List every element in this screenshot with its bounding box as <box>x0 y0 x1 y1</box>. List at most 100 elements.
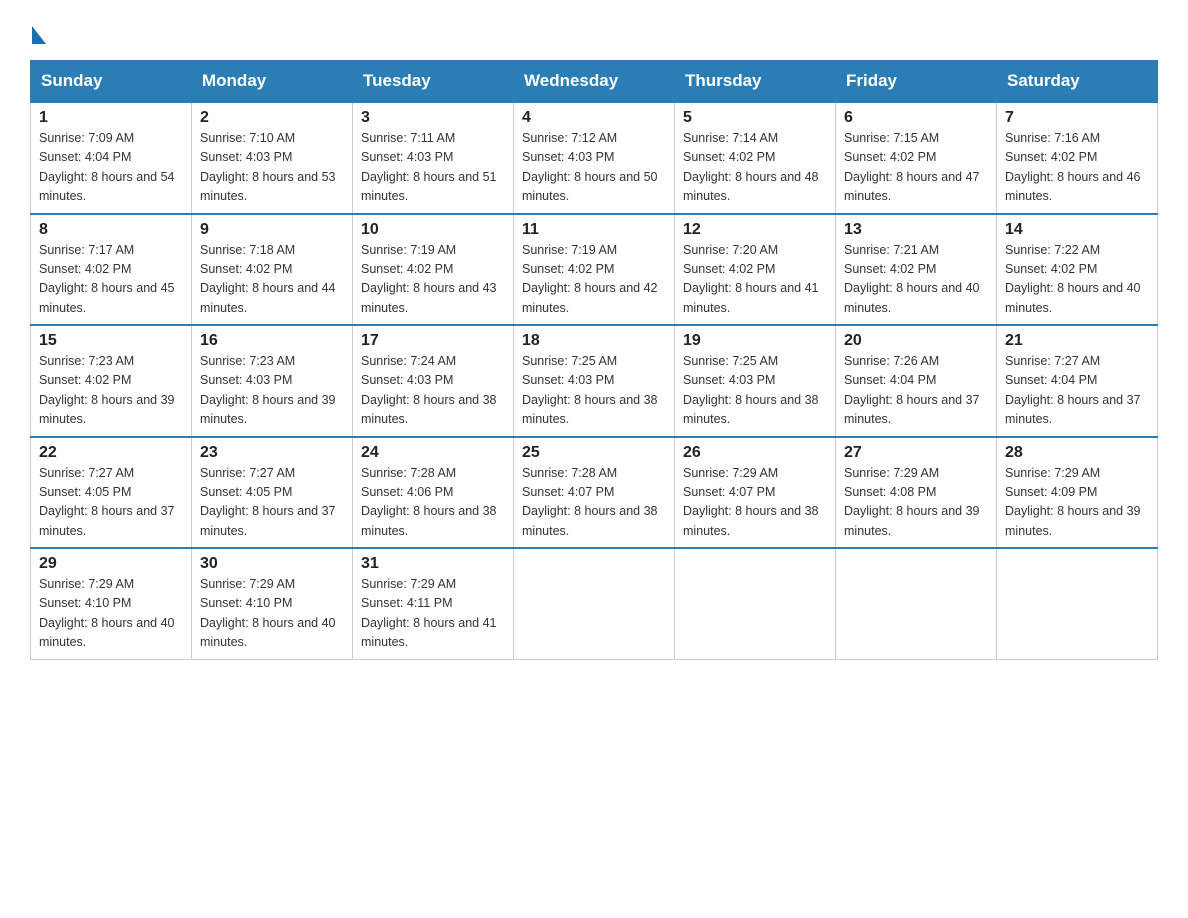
day-info: Sunrise: 7:29 AMSunset: 4:10 PMDaylight:… <box>200 577 336 649</box>
day-info: Sunrise: 7:23 AMSunset: 4:02 PMDaylight:… <box>39 354 175 426</box>
day-info: Sunrise: 7:24 AMSunset: 4:03 PMDaylight:… <box>361 354 497 426</box>
day-number: 27 <box>844 444 988 462</box>
calendar-day-cell: 9 Sunrise: 7:18 AMSunset: 4:02 PMDayligh… <box>192 214 353 326</box>
day-info: Sunrise: 7:12 AMSunset: 4:03 PMDaylight:… <box>522 131 658 203</box>
day-number: 9 <box>200 221 344 239</box>
day-of-week-header: Saturday <box>997 61 1158 103</box>
day-number: 24 <box>361 444 505 462</box>
calendar-day-cell: 29 Sunrise: 7:29 AMSunset: 4:10 PMDaylig… <box>31 548 192 659</box>
day-number: 28 <box>1005 444 1149 462</box>
calendar-day-cell: 27 Sunrise: 7:29 AMSunset: 4:08 PMDaylig… <box>836 437 997 549</box>
day-info: Sunrise: 7:25 AMSunset: 4:03 PMDaylight:… <box>683 354 819 426</box>
day-number: 17 <box>361 332 505 350</box>
day-of-week-header: Tuesday <box>353 61 514 103</box>
calendar-day-cell: 16 Sunrise: 7:23 AMSunset: 4:03 PMDaylig… <box>192 325 353 437</box>
calendar-day-cell: 2 Sunrise: 7:10 AMSunset: 4:03 PMDayligh… <box>192 102 353 214</box>
day-number: 23 <box>200 444 344 462</box>
day-info: Sunrise: 7:21 AMSunset: 4:02 PMDaylight:… <box>844 243 980 315</box>
calendar-day-cell: 13 Sunrise: 7:21 AMSunset: 4:02 PMDaylig… <box>836 214 997 326</box>
day-number: 21 <box>1005 332 1149 350</box>
day-info: Sunrise: 7:09 AMSunset: 4:04 PMDaylight:… <box>39 131 175 203</box>
day-info: Sunrise: 7:29 AMSunset: 4:10 PMDaylight:… <box>39 577 175 649</box>
calendar-day-cell: 7 Sunrise: 7:16 AMSunset: 4:02 PMDayligh… <box>997 102 1158 214</box>
day-info: Sunrise: 7:29 AMSunset: 4:07 PMDaylight:… <box>683 466 819 538</box>
day-number: 11 <box>522 221 666 239</box>
day-number: 20 <box>844 332 988 350</box>
logo-triangle-icon <box>32 26 46 44</box>
day-of-week-header: Friday <box>836 61 997 103</box>
calendar-day-cell: 22 Sunrise: 7:27 AMSunset: 4:05 PMDaylig… <box>31 437 192 549</box>
day-number: 12 <box>683 221 827 239</box>
calendar-week-row: 22 Sunrise: 7:27 AMSunset: 4:05 PMDaylig… <box>31 437 1158 549</box>
calendar-day-cell: 5 Sunrise: 7:14 AMSunset: 4:02 PMDayligh… <box>675 102 836 214</box>
day-number: 10 <box>361 221 505 239</box>
day-info: Sunrise: 7:27 AMSunset: 4:04 PMDaylight:… <box>1005 354 1141 426</box>
calendar-day-cell: 14 Sunrise: 7:22 AMSunset: 4:02 PMDaylig… <box>997 214 1158 326</box>
day-info: Sunrise: 7:17 AMSunset: 4:02 PMDaylight:… <box>39 243 175 315</box>
day-of-week-header: Monday <box>192 61 353 103</box>
day-number: 14 <box>1005 221 1149 239</box>
day-info: Sunrise: 7:28 AMSunset: 4:06 PMDaylight:… <box>361 466 497 538</box>
calendar-day-cell: 30 Sunrise: 7:29 AMSunset: 4:10 PMDaylig… <box>192 548 353 659</box>
day-number: 5 <box>683 109 827 127</box>
day-number: 2 <box>200 109 344 127</box>
calendar-day-cell <box>997 548 1158 659</box>
calendar-day-cell: 24 Sunrise: 7:28 AMSunset: 4:06 PMDaylig… <box>353 437 514 549</box>
day-of-week-header: Thursday <box>675 61 836 103</box>
calendar-day-cell <box>675 548 836 659</box>
day-number: 22 <box>39 444 183 462</box>
day-info: Sunrise: 7:20 AMSunset: 4:02 PMDaylight:… <box>683 243 819 315</box>
day-number: 15 <box>39 332 183 350</box>
day-info: Sunrise: 7:19 AMSunset: 4:02 PMDaylight:… <box>361 243 497 315</box>
calendar-week-row: 29 Sunrise: 7:29 AMSunset: 4:10 PMDaylig… <box>31 548 1158 659</box>
day-info: Sunrise: 7:29 AMSunset: 4:08 PMDaylight:… <box>844 466 980 538</box>
calendar-day-cell: 10 Sunrise: 7:19 AMSunset: 4:02 PMDaylig… <box>353 214 514 326</box>
calendar-day-cell: 28 Sunrise: 7:29 AMSunset: 4:09 PMDaylig… <box>997 437 1158 549</box>
day-info: Sunrise: 7:18 AMSunset: 4:02 PMDaylight:… <box>200 243 336 315</box>
calendar-day-cell: 19 Sunrise: 7:25 AMSunset: 4:03 PMDaylig… <box>675 325 836 437</box>
calendar-day-cell: 26 Sunrise: 7:29 AMSunset: 4:07 PMDaylig… <box>675 437 836 549</box>
calendar-day-cell: 21 Sunrise: 7:27 AMSunset: 4:04 PMDaylig… <box>997 325 1158 437</box>
calendar-day-cell: 4 Sunrise: 7:12 AMSunset: 4:03 PMDayligh… <box>514 102 675 214</box>
day-number: 29 <box>39 555 183 573</box>
calendar-day-cell: 1 Sunrise: 7:09 AMSunset: 4:04 PMDayligh… <box>31 102 192 214</box>
calendar-day-cell: 18 Sunrise: 7:25 AMSunset: 4:03 PMDaylig… <box>514 325 675 437</box>
calendar-day-cell: 11 Sunrise: 7:19 AMSunset: 4:02 PMDaylig… <box>514 214 675 326</box>
calendar-day-cell <box>836 548 997 659</box>
calendar-header-row: SundayMondayTuesdayWednesdayThursdayFrid… <box>31 61 1158 103</box>
calendar-day-cell: 3 Sunrise: 7:11 AMSunset: 4:03 PMDayligh… <box>353 102 514 214</box>
day-info: Sunrise: 7:28 AMSunset: 4:07 PMDaylight:… <box>522 466 658 538</box>
day-info: Sunrise: 7:10 AMSunset: 4:03 PMDaylight:… <box>200 131 336 203</box>
day-info: Sunrise: 7:16 AMSunset: 4:02 PMDaylight:… <box>1005 131 1141 203</box>
day-of-week-header: Sunday <box>31 61 192 103</box>
day-info: Sunrise: 7:14 AMSunset: 4:02 PMDaylight:… <box>683 131 819 203</box>
day-number: 30 <box>200 555 344 573</box>
day-number: 19 <box>683 332 827 350</box>
day-number: 3 <box>361 109 505 127</box>
calendar-day-cell: 6 Sunrise: 7:15 AMSunset: 4:02 PMDayligh… <box>836 102 997 214</box>
day-number: 6 <box>844 109 988 127</box>
day-info: Sunrise: 7:22 AMSunset: 4:02 PMDaylight:… <box>1005 243 1141 315</box>
calendar-day-cell: 8 Sunrise: 7:17 AMSunset: 4:02 PMDayligh… <box>31 214 192 326</box>
day-info: Sunrise: 7:15 AMSunset: 4:02 PMDaylight:… <box>844 131 980 203</box>
day-info: Sunrise: 7:19 AMSunset: 4:02 PMDaylight:… <box>522 243 658 315</box>
calendar-day-cell: 15 Sunrise: 7:23 AMSunset: 4:02 PMDaylig… <box>31 325 192 437</box>
day-info: Sunrise: 7:29 AMSunset: 4:09 PMDaylight:… <box>1005 466 1141 538</box>
day-number: 26 <box>683 444 827 462</box>
day-number: 8 <box>39 221 183 239</box>
calendar-day-cell: 31 Sunrise: 7:29 AMSunset: 4:11 PMDaylig… <box>353 548 514 659</box>
calendar-table: SundayMondayTuesdayWednesdayThursdayFrid… <box>30 60 1158 660</box>
logo <box>30 20 46 40</box>
day-info: Sunrise: 7:27 AMSunset: 4:05 PMDaylight:… <box>200 466 336 538</box>
day-info: Sunrise: 7:11 AMSunset: 4:03 PMDaylight:… <box>361 131 497 203</box>
calendar-week-row: 15 Sunrise: 7:23 AMSunset: 4:02 PMDaylig… <box>31 325 1158 437</box>
day-info: Sunrise: 7:27 AMSunset: 4:05 PMDaylight:… <box>39 466 175 538</box>
day-number: 18 <box>522 332 666 350</box>
day-info: Sunrise: 7:29 AMSunset: 4:11 PMDaylight:… <box>361 577 497 649</box>
day-number: 7 <box>1005 109 1149 127</box>
calendar-week-row: 1 Sunrise: 7:09 AMSunset: 4:04 PMDayligh… <box>31 102 1158 214</box>
calendar-day-cell: 25 Sunrise: 7:28 AMSunset: 4:07 PMDaylig… <box>514 437 675 549</box>
calendar-day-cell: 12 Sunrise: 7:20 AMSunset: 4:02 PMDaylig… <box>675 214 836 326</box>
calendar-day-cell: 20 Sunrise: 7:26 AMSunset: 4:04 PMDaylig… <box>836 325 997 437</box>
calendar-day-cell <box>514 548 675 659</box>
